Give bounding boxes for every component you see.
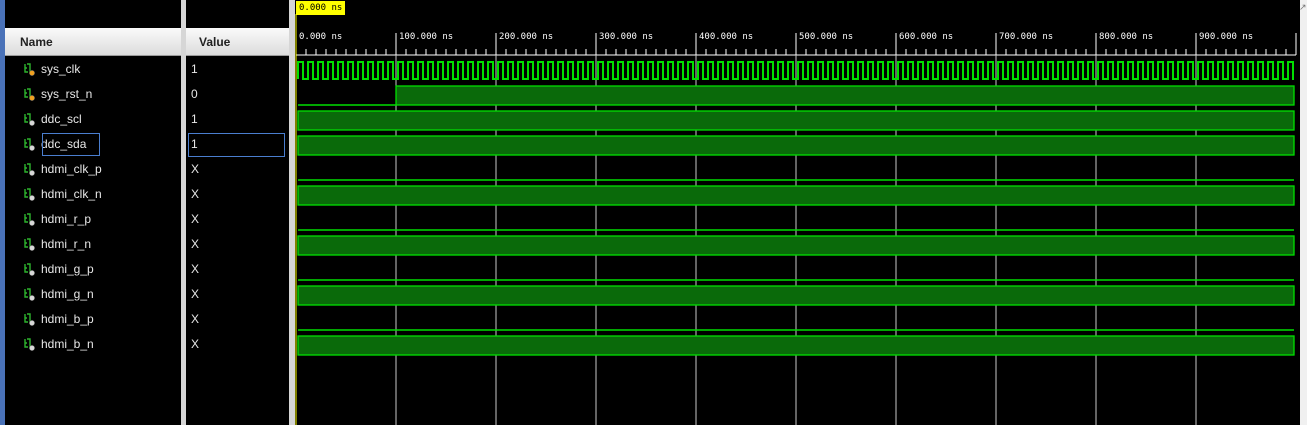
signal-row-hdmi-b-p[interactable]: hdmi_b_p: [22, 307, 177, 332]
signal-row-hdmi-clk-p[interactable]: hdmi_clk_p: [22, 157, 177, 182]
input-signal-icon: [24, 88, 35, 101]
signal-row-sys-rst-n[interactable]: sys_rst_n: [22, 82, 177, 107]
output-signal-icon: [24, 138, 35, 151]
waveform-area[interactable]: [295, 0, 1300, 425]
signal-row-ddc-scl[interactable]: ddc_scl: [22, 107, 177, 132]
signal-value: X: [191, 312, 200, 326]
output-signal-icon: [24, 288, 35, 301]
signal-name: hdmi_b_n: [41, 337, 94, 351]
output-signal-icon: [24, 238, 35, 251]
signal-name: sys_rst_n: [41, 87, 93, 101]
signal-row-hdmi-g-n[interactable]: hdmi_g_n: [22, 282, 177, 307]
tick-label: 100.000 ns: [399, 32, 454, 42]
signal-row-hdmi-g-p[interactable]: hdmi_g_p: [22, 257, 177, 282]
selected-name-box: [42, 133, 100, 156]
tick-label: 900.000 ns: [1199, 32, 1254, 42]
input-signal-icon: [24, 63, 35, 76]
output-signal-icon: [24, 338, 35, 351]
name-column-header[interactable]: Name: [5, 28, 181, 56]
reset-high-segment: [395, 85, 1295, 106]
tick-label: 800.000 ns: [1099, 32, 1154, 42]
selected-value-box[interactable]: [188, 133, 285, 157]
signal-value: 1: [191, 112, 198, 126]
signal-value: X: [191, 237, 200, 251]
signal-value: X: [191, 212, 200, 226]
signal-value: X: [191, 262, 200, 276]
high-waveform: [297, 335, 1295, 356]
signal-row-hdmi-clk-n[interactable]: hdmi_clk_n: [22, 182, 177, 207]
signal-name: hdmi_r_n: [41, 237, 92, 251]
signal-name: hdmi_g_p: [41, 262, 94, 276]
value-column-header[interactable]: Value: [186, 28, 289, 56]
signal-row-hdmi-r-p[interactable]: hdmi_r_p: [22, 207, 177, 232]
tick-label: 400.000 ns: [699, 32, 754, 42]
output-signal-icon: [24, 313, 35, 326]
tick-label: 200.000 ns: [499, 32, 554, 42]
signal-value: X: [191, 187, 200, 201]
signal-value: X: [191, 162, 200, 176]
tick-label: 300.000 ns: [599, 32, 654, 42]
tick-label: 700.000 ns: [999, 32, 1054, 42]
cursor-time-label: 0.000 ns: [296, 1, 346, 15]
signal-value: 1: [191, 62, 198, 76]
waveform-viewer: Name Value sys_clk sys_rst_n ddc_scl ddc_sd…: [0, 0, 1307, 425]
signal-value: X: [191, 337, 200, 351]
output-signal-icon: [24, 263, 35, 276]
high-waveform: [297, 235, 1295, 256]
signal-row-sys-clk[interactable]: sys_clk: [22, 57, 177, 82]
high-waveform: [297, 135, 1295, 156]
expand-arrow-icon[interactable]: ↗: [1299, 2, 1307, 12]
signal-name: hdmi_g_n: [41, 287, 94, 301]
right-scroll-edge[interactable]: [1300, 0, 1307, 425]
signal-name: hdmi_clk_p: [41, 162, 102, 176]
signal-value: X: [191, 287, 200, 301]
signal-name: hdmi_b_p: [41, 312, 94, 326]
output-signal-icon: [24, 163, 35, 176]
high-waveform: [297, 185, 1295, 206]
signal-name: hdmi_clk_n: [41, 187, 102, 201]
tick-label: 0.000 ns: [299, 32, 343, 42]
high-waveform: [297, 110, 1295, 131]
output-signal-icon: [24, 188, 35, 201]
signal-name: sys_clk: [41, 62, 81, 76]
output-signal-icon: [24, 213, 35, 226]
signal-row-hdmi-b-n[interactable]: hdmi_b_n: [22, 332, 177, 357]
tick-label: 500.000 ns: [799, 32, 854, 42]
signal-name: ddc_scl: [41, 112, 82, 126]
signal-row-hdmi-r-n[interactable]: hdmi_r_n: [22, 232, 177, 257]
signal-value: 0: [191, 87, 198, 101]
waveform-canvas[interactable]: [295, 0, 1300, 425]
output-signal-icon: [24, 113, 35, 126]
tick-label: 600.000 ns: [899, 32, 954, 42]
signal-name: hdmi_r_p: [41, 212, 92, 226]
high-waveform: [297, 285, 1295, 306]
